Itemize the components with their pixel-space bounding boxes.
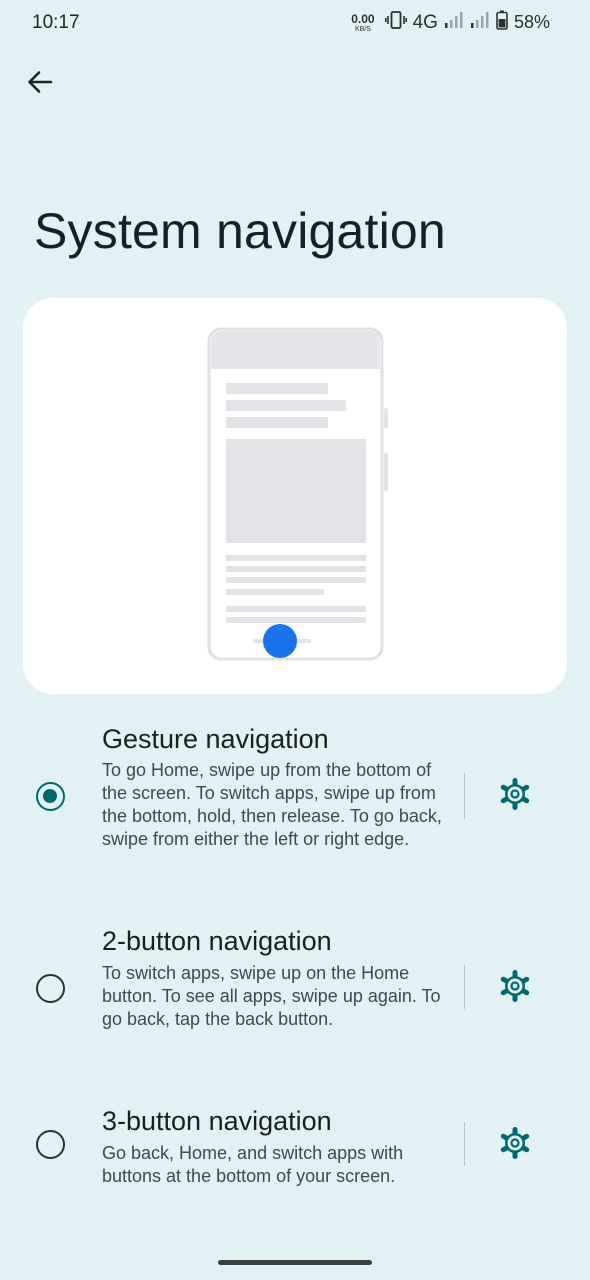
status-time: 10:17	[32, 12, 80, 33]
radio-3-button-navigation[interactable]	[36, 1130, 65, 1159]
option-title: 2-button navigation	[102, 926, 332, 956]
network-speed-value: 0.00	[351, 11, 375, 26]
option-2-button-navigation[interactable]: 2-button navigation To switch apps, swip…	[0, 922, 590, 1062]
option-title: Gesture navigation	[102, 724, 329, 754]
network-speed: 0.00 KB/S	[351, 13, 374, 33]
back-button[interactable]	[22, 66, 58, 102]
vibrate-icon	[384, 10, 407, 35]
arrow-back-icon	[27, 70, 53, 99]
phone-illustration	[207, 327, 388, 661]
network-type: 4G	[412, 11, 438, 33]
gesture-dot	[263, 624, 297, 658]
divider	[464, 965, 465, 1009]
radio-2-button-navigation[interactable]	[36, 974, 65, 1003]
status-icons: 0.00 KB/S 4G 58%	[351, 10, 550, 35]
page-title: System navigation	[34, 203, 446, 259]
gear-icon	[499, 777, 531, 815]
2-button-settings-button[interactable]	[497, 969, 533, 1007]
status-bar: 10:17 0.00 KB/S 4G 58%	[0, 0, 590, 46]
option-title: 3-button navigation	[102, 1106, 332, 1136]
divider	[464, 773, 465, 819]
3-button-settings-button[interactable]	[497, 1126, 533, 1164]
navigation-preview-card	[23, 298, 567, 694]
network-speed-unit: KB/S	[354, 25, 371, 33]
option-description: To go Home, swipe up from the bottom of …	[102, 760, 442, 849]
signal-icon	[444, 11, 464, 34]
option-description: Go back, Home, and switch apps with butt…	[102, 1143, 404, 1186]
gesture-settings-button[interactable]	[497, 777, 533, 815]
gear-icon	[499, 969, 531, 1007]
option-gesture-navigation[interactable]: Gesture navigation To go Home, swipe up …	[0, 718, 590, 888]
gesture-home-indicator[interactable]	[218, 1260, 372, 1265]
signal-icon	[470, 11, 490, 34]
option-3-button-navigation[interactable]: 3-button navigation Go back, Home, and s…	[0, 1102, 590, 1202]
battery-percent: 58%	[513, 12, 550, 32]
gear-icon	[499, 1126, 531, 1164]
battery-icon	[496, 10, 508, 35]
option-description: To switch apps, swipe up on the Home but…	[102, 963, 441, 1029]
radio-gesture-navigation[interactable]	[36, 782, 65, 811]
divider	[464, 1122, 465, 1166]
